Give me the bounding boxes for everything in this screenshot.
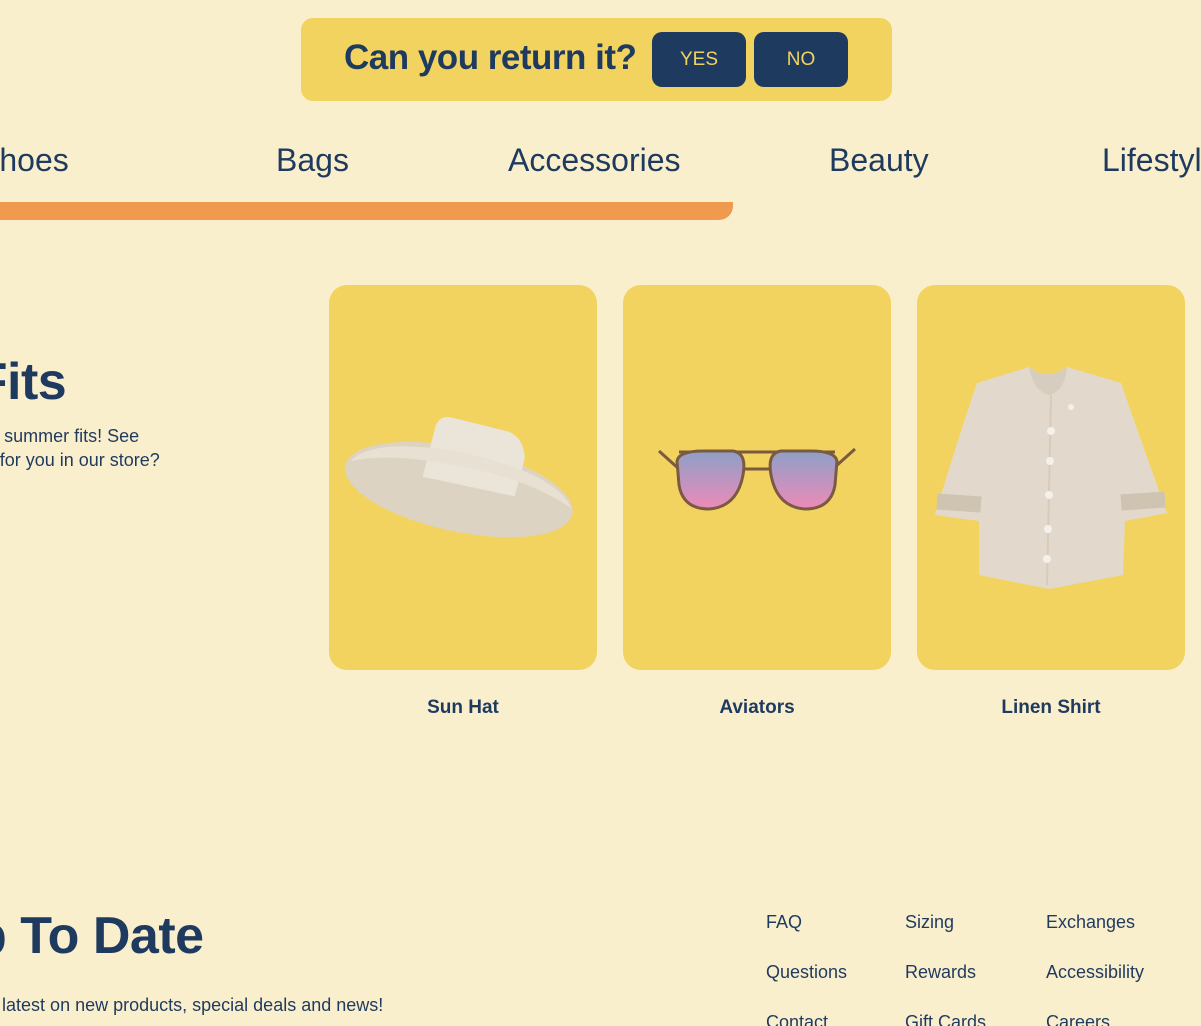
footer-link-questions[interactable]: Questions <box>766 962 847 983</box>
product-card-aviators[interactable] <box>623 285 891 670</box>
footer-link-gift-cards[interactable]: Gift Cards <box>905 1012 986 1026</box>
hero-title: Fun Fits <box>0 353 67 411</box>
footer-link-contact[interactable]: Contact <box>766 1012 828 1026</box>
nav-item-beauty[interactable]: Beauty <box>829 142 929 179</box>
product-name[interactable]: Linen Shirt <box>917 697 1185 719</box>
active-nav-underline <box>0 202 733 220</box>
product-name[interactable]: Sun Hat <box>329 697 597 719</box>
page: Can you return it? YES NO Shoes Bags Acc… <box>0 0 1201 1026</box>
footer-link-rewards[interactable]: Rewards <box>905 962 976 983</box>
footer-link-accessibility[interactable]: Accessibility <box>1046 962 1144 983</box>
nav-item-accessories[interactable]: Accessories <box>508 142 681 179</box>
product-card-sun-hat[interactable] <box>329 285 597 670</box>
footer-link-careers[interactable]: Careers <box>1046 1012 1110 1026</box>
yes-button[interactable]: YES <box>652 32 746 87</box>
nav-item-bags[interactable]: Bags <box>276 142 349 179</box>
linen-shirt-icon <box>935 367 1167 589</box>
return-question-banner: Can you return it? YES NO <box>301 18 892 101</box>
aviators-icon <box>657 447 857 511</box>
nav-item-shoes[interactable]: Shoes <box>0 142 69 179</box>
nav-item-lifestyle[interactable]: Lifestyle <box>1102 142 1201 179</box>
footer-link-faq[interactable]: FAQ <box>766 912 802 933</box>
footer-title: Up To Date <box>0 907 204 965</box>
footer-link-exchanges[interactable]: Exchanges <box>1046 912 1135 933</box>
hero-description: Grab those fun summer fits! See what’s i… <box>0 426 160 470</box>
sun-hat-icon <box>345 417 573 538</box>
product-name[interactable]: Aviators <box>623 697 891 719</box>
return-question-text: Can you return it? <box>344 38 637 77</box>
product-card-linen-shirt[interactable] <box>917 285 1185 670</box>
no-button[interactable]: NO <box>754 32 848 87</box>
footer-link-sizing[interactable]: Sizing <box>905 912 954 933</box>
footer-subtitle: Get the latest on new products, special … <box>0 995 384 1015</box>
